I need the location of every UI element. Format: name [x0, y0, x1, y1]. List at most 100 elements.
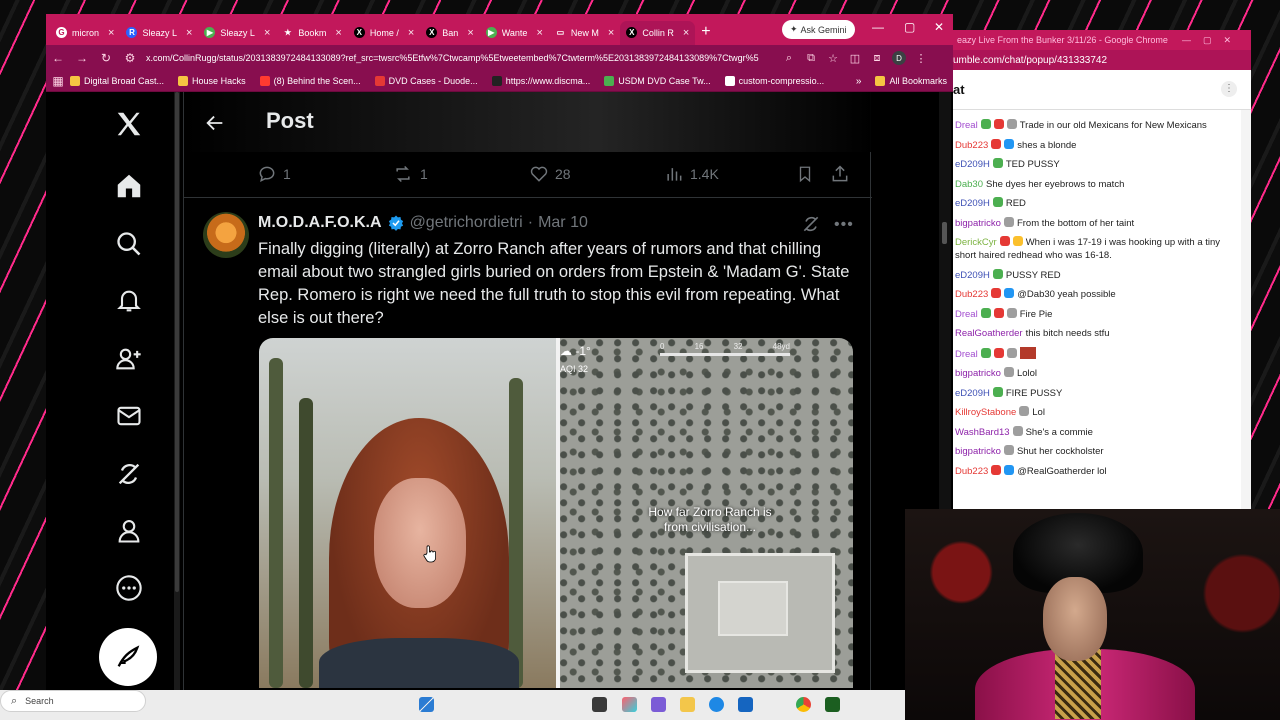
bookmark-item[interactable]: (8) Behind the Scen...	[259, 76, 361, 86]
chat-username[interactable]: DerickCyr	[955, 237, 997, 248]
task-view-icon[interactable]	[592, 697, 607, 712]
close-tab-icon[interactable]: ×	[608, 27, 614, 39]
profile-avatar[interactable]: D	[892, 51, 906, 65]
reply-button[interactable]: 1	[257, 164, 291, 184]
browser-tab[interactable]: Gmicron ×	[50, 21, 120, 45]
chat-username[interactable]: WashBard13	[955, 427, 1010, 438]
extension-icon[interactable]: ◫	[844, 52, 866, 65]
chat-username[interactable]: Dreal	[955, 349, 978, 360]
chat-username[interactable]: Dub223	[955, 289, 988, 300]
extensions-puzzle-icon[interactable]: ⧈	[866, 52, 888, 65]
chat-username[interactable]: bigpatricko	[955, 446, 1001, 457]
profile-person-icon[interactable]	[111, 513, 147, 549]
copilot-icon[interactable]	[622, 697, 637, 712]
bookmark-item[interactable]: USDM DVD Case Tw...	[604, 76, 711, 86]
notifications-bell-icon[interactable]	[111, 283, 147, 319]
chat-username[interactable]: KillroyStabone	[955, 407, 1016, 418]
new-tab-button[interactable]: +	[701, 23, 710, 41]
video-woman-thumbnail[interactable]	[259, 338, 557, 688]
minimize-icon[interactable]: —	[872, 20, 884, 34]
maximize-icon[interactable]: ▢	[904, 20, 915, 34]
share-button[interactable]	[830, 164, 850, 184]
bookmark-star-icon[interactable]: ☆	[822, 52, 844, 65]
bookmark-item[interactable]: House Hacks	[178, 76, 246, 86]
bookmark-item[interactable]: https://www.discma...	[491, 76, 590, 86]
chat-url-bar[interactable]: umble.com/chat/popup/431333742	[953, 50, 1251, 70]
tweet-media[interactable]: ☁ -1° AQI 32 0 16 32 48yd How far Zorro …	[259, 338, 853, 688]
grok-icon[interactable]	[111, 456, 147, 492]
close-tab-icon[interactable]: ×	[108, 27, 114, 39]
browser-tab[interactable]: R Sleazy L ×	[120, 21, 198, 45]
author-handle[interactable]: @getrichordietri	[410, 214, 523, 232]
chat-username[interactable]: Dab30	[955, 179, 983, 190]
browser-tab[interactable]: ▭ New M ×	[549, 21, 620, 45]
chat-username[interactable]: Dreal	[955, 120, 978, 131]
back-arrow-icon[interactable]	[204, 112, 226, 139]
left-scrollbar-thumb[interactable]	[175, 92, 179, 592]
close-tab-icon[interactable]: ×	[536, 27, 542, 39]
x-logo-icon[interactable]	[111, 106, 147, 142]
edge-icon[interactable]	[709, 697, 724, 712]
menu-kebab-icon[interactable]: ⋮	[910, 52, 932, 65]
more-bookmarks-icon[interactable]: »	[856, 76, 862, 87]
grok-explain-icon[interactable]	[801, 214, 821, 239]
more-options-icon[interactable]: •••	[834, 216, 854, 234]
site-info-icon[interactable]: ⚙	[118, 51, 142, 65]
browser-tab[interactable]: ★ Bookm ×	[276, 21, 347, 45]
chat-menu-icon[interactable]: ⋮	[1221, 81, 1237, 97]
close-tab-icon[interactable]: ×	[264, 27, 270, 39]
bookmark-item[interactable]: Digital Broad Cast...	[70, 76, 164, 86]
browser-tab[interactable]: X Ban ×	[420, 21, 479, 45]
chat-username[interactable]: RealGoatherder	[955, 328, 1023, 339]
chat-username[interactable]: Dub223	[955, 140, 988, 151]
cast-icon[interactable]: ⧉	[800, 52, 822, 65]
chrome-icon[interactable]	[796, 697, 811, 712]
close-tab-icon[interactable]: ×	[408, 27, 414, 39]
follow-person-plus-icon[interactable]	[111, 341, 147, 377]
explore-search-icon[interactable]	[111, 226, 147, 262]
zoom-icon[interactable]: ⌕	[778, 52, 800, 65]
repost-button[interactable]: 1	[392, 164, 428, 184]
browser-tab[interactable]: X Home / ×	[348, 21, 420, 45]
more-circle-icon[interactable]	[111, 570, 147, 606]
chat-username[interactable]: bigpatricko	[955, 368, 1001, 379]
close-tab-icon[interactable]: ×	[186, 27, 192, 39]
like-button[interactable]: 28	[529, 164, 571, 184]
chat-username[interactable]: eD209H	[955, 388, 990, 399]
back-icon[interactable]: ←	[46, 51, 70, 65]
chat-username[interactable]: Dub223	[955, 466, 988, 477]
bookmark-item[interactable]: custom-compressio...	[724, 76, 824, 86]
ask-gemini-button[interactable]: ✦ Ask Gemini	[782, 20, 855, 39]
close-window-icon[interactable]: ✕	[934, 20, 944, 34]
close-tab-icon[interactable]: ×	[467, 27, 473, 39]
apps-grid-icon[interactable]: ▦	[46, 74, 70, 88]
file-explorer-icon[interactable]	[680, 697, 695, 712]
views-button[interactable]: 1.4K	[664, 164, 719, 184]
chat-scrollbar[interactable]	[1241, 110, 1251, 510]
address-bar[interactable]: x.com/CollinRugg/status/2031383972484133…	[146, 48, 778, 68]
author-name[interactable]: M.O.D.A.F.O.K.A	[258, 214, 382, 232]
right-scrollbar-thumb[interactable]	[942, 222, 947, 244]
reload-icon[interactable]: ↻	[94, 51, 118, 65]
chat-username[interactable]: eD209H	[955, 159, 990, 170]
browser-tab[interactable]: ▶ Sleazy L ×	[198, 21, 276, 45]
all-bookmarks-link[interactable]: All Bookmarks	[875, 76, 947, 86]
bookmark-button[interactable]	[796, 164, 814, 184]
chat-username[interactable]: eD209H	[955, 198, 990, 209]
close-tab-icon[interactable]: ×	[683, 27, 689, 39]
home-icon[interactable]	[111, 168, 147, 204]
store-icon[interactable]	[738, 697, 753, 712]
chat-username[interactable]: eD209H	[955, 270, 990, 281]
browser-tab[interactable]: X Collin R ×	[620, 20, 696, 45]
taskbar-search[interactable]: ⌕ Search	[0, 690, 146, 712]
chat-username[interactable]: bigpatricko	[955, 218, 1001, 229]
forward-icon[interactable]: →	[70, 51, 94, 65]
bookmark-item[interactable]: DVD Cases - Duode...	[374, 76, 478, 86]
aerial-map-image[interactable]: ☁ -1° AQI 32 0 16 32 48yd How far Zorro …	[560, 338, 853, 688]
close-tab-icon[interactable]: ×	[335, 27, 341, 39]
compose-post-button[interactable]	[99, 628, 157, 686]
messages-envelope-icon[interactable]	[111, 398, 147, 434]
browser-tab[interactable]: ▶ Wante ×	[480, 21, 549, 45]
tweet-author-avatar[interactable]	[203, 212, 249, 258]
teams-icon[interactable]	[651, 697, 666, 712]
